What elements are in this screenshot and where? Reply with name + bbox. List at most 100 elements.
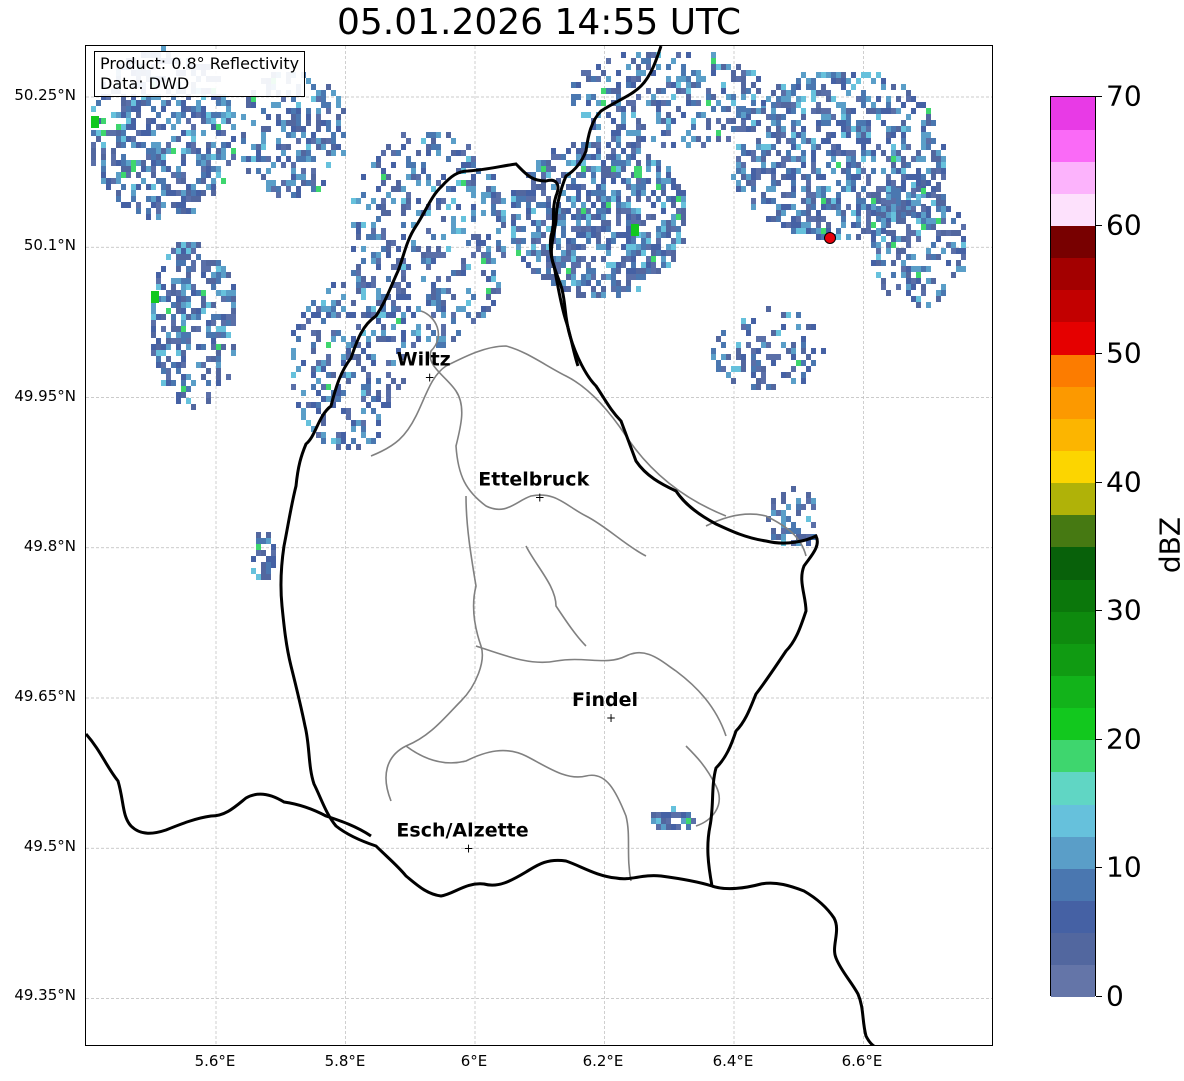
- radar-echo-pixel: [841, 78, 846, 84]
- radar-echo-pixel: [751, 120, 756, 126]
- radar-echo-pixel: [861, 186, 866, 192]
- radar-echo-pixel: [446, 132, 451, 138]
- radar-echo-pixel: [311, 168, 316, 174]
- radar-echo-pixel: [611, 274, 616, 280]
- radar-echo-pixel: [296, 138, 301, 144]
- radar-echo-pixel: [881, 108, 886, 114]
- radar-echo-pixel: [606, 76, 611, 82]
- radar-echo-pixel: [796, 132, 801, 138]
- radar-echo-pixel: [186, 278, 191, 284]
- radar-echo-pixel: [601, 292, 606, 298]
- radar-echo-pixel: [581, 172, 586, 178]
- radar-echo-pixel: [761, 144, 766, 150]
- radar-echo-pixel: [546, 202, 551, 208]
- radar-echo-pixel: [861, 168, 866, 174]
- radar-echo-pixel: [256, 550, 261, 556]
- radar-echo-pixel: [616, 160, 621, 166]
- radar-echo-pixel: [306, 144, 311, 150]
- radar-echo-pixel: [191, 136, 196, 142]
- radar-echo-pixel: [486, 294, 491, 300]
- radar-echo-pixel: [171, 278, 176, 284]
- radar-echo-pixel: [356, 420, 361, 426]
- radar-echo-pixel: [331, 132, 336, 138]
- radar-echo-pixel: [291, 330, 296, 336]
- radar-echo-pixel: [106, 130, 111, 136]
- radar-echo-pixel: [616, 172, 621, 178]
- radar-echo-pixel: [391, 312, 396, 318]
- info-source: Data: DWD: [100, 74, 190, 93]
- radar-echo-pixel: [451, 222, 456, 228]
- radar-echo-pixel: [191, 196, 196, 202]
- radar-echo-pixel: [611, 148, 616, 154]
- radar-echo-pixel: [616, 88, 621, 94]
- colorbar-segment: [1051, 129, 1095, 162]
- radar-echo-pixel: [231, 136, 236, 142]
- radar-echo-pixel: [901, 120, 906, 126]
- y-tick-label: 50.1°N: [23, 236, 76, 254]
- radar-echo-pixel: [511, 214, 516, 220]
- radar-echo-pixel: [636, 214, 641, 220]
- radar-echo-pixel: [196, 190, 201, 196]
- radar-echo-pixel: [841, 84, 846, 90]
- radar-echo-pixel: [926, 302, 931, 308]
- radar-echo-pixel: [366, 204, 371, 210]
- radar-echo-pixel: [131, 160, 136, 166]
- radar-echo-pixel: [776, 126, 781, 132]
- radar-echo-pixel: [176, 112, 181, 118]
- radar-echo-pixel: [266, 562, 271, 568]
- radar-echo-pixel: [786, 174, 791, 180]
- map-area[interactable]: + Wiltz + Ettelbruck + Findel + Esch/Alzette: [85, 45, 993, 1046]
- radar-echo-pixel: [846, 78, 851, 84]
- radar-echo-pixel: [206, 392, 211, 398]
- radar-echo-pixel: [761, 100, 766, 106]
- radar-echo-pixel: [111, 112, 116, 118]
- radar-echo-pixel: [231, 296, 236, 302]
- radar-echo-pixel: [511, 232, 516, 238]
- radar-echo-pixel: [941, 168, 946, 174]
- radar-echo-pixel: [821, 138, 826, 144]
- radar-echo-pixel: [751, 94, 756, 100]
- radar-echo-pixel: [941, 194, 946, 200]
- radar-echo-pixel: [956, 260, 961, 266]
- radar-echo-pixel: [396, 150, 401, 156]
- radar-echo-pixel: [706, 88, 711, 94]
- radar-echo-pixel: [631, 154, 636, 160]
- radar-echo-pixel: [791, 138, 796, 144]
- radar-echo-pixel: [891, 272, 896, 278]
- radar-echo-pixel: [316, 408, 321, 414]
- radar-echo-pixel: [941, 156, 946, 162]
- radar-echo-pixel: [321, 102, 326, 108]
- radar-echo-pixel: [401, 276, 406, 282]
- radar-echo-pixel: [741, 162, 746, 168]
- radar-echo-pixel: [721, 106, 726, 112]
- radar-echo-pixel: [501, 246, 506, 252]
- radar-echo-pixel: [751, 174, 756, 180]
- radar-echo-pixel: [151, 291, 159, 303]
- radar-echo-pixel: [321, 120, 326, 126]
- radar-echo-pixel: [471, 186, 476, 192]
- radar-echo-pixel: [401, 270, 406, 276]
- radar-echo-pixel: [366, 438, 371, 444]
- radar-echo-pixel: [631, 58, 636, 64]
- radar-echo-pixel: [401, 288, 406, 294]
- radar-echo-pixel: [331, 150, 336, 156]
- radar-echo-pixel: [771, 102, 776, 108]
- radar-echo-pixel: [671, 806, 676, 812]
- radar-echo-pixel: [356, 282, 361, 288]
- radar-echo-pixel: [836, 192, 841, 198]
- radar-echo-pixel: [351, 198, 356, 204]
- radar-echo-pixel: [811, 228, 816, 234]
- radar-echo-pixel: [636, 94, 641, 100]
- radar-echo-pixel: [606, 58, 611, 64]
- radar-echo-pixel: [606, 226, 611, 232]
- radar-echo-pixel: [606, 208, 611, 214]
- radar-echo-pixel: [961, 266, 966, 272]
- radar-echo-pixel: [576, 214, 581, 220]
- radar-echo-pixel: [376, 258, 381, 264]
- radar-echo-pixel: [646, 166, 651, 172]
- radar-echo-pixel: [881, 278, 886, 284]
- radar-echo-pixel: [796, 96, 801, 102]
- radar-echo-pixel: [216, 154, 221, 160]
- radar-echo-pixel: [676, 76, 681, 82]
- radar-echo-pixel: [416, 336, 421, 342]
